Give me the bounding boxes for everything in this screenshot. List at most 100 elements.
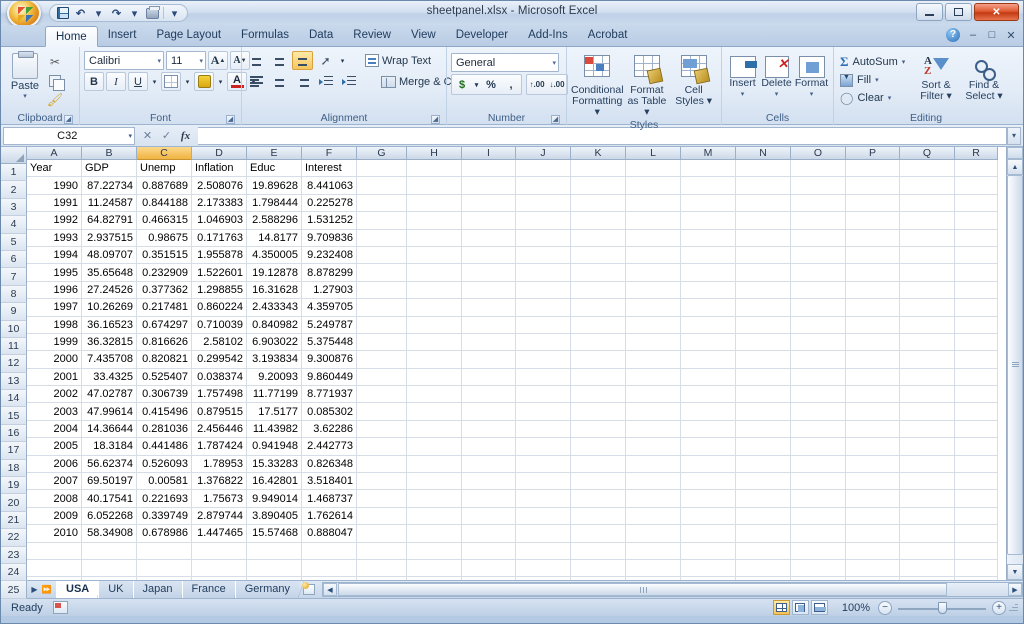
borders-button[interactable]	[161, 72, 181, 91]
cell-A17[interactable]: 2005	[27, 438, 82, 455]
scroll-left-button[interactable]: ◀	[323, 583, 337, 596]
cell-I6[interactable]	[462, 247, 516, 264]
cell-F2[interactable]: 8.441063	[302, 177, 357, 194]
cell-P16[interactable]	[846, 421, 900, 438]
cell-D13[interactable]: 0.038374	[192, 369, 247, 386]
cell-K15[interactable]	[571, 403, 626, 420]
row-header-2[interactable]: 2	[1, 181, 27, 198]
cell-B2[interactable]: 87.22734	[82, 177, 137, 194]
cell-D23[interactable]	[192, 543, 247, 560]
cell-Q8[interactable]	[900, 282, 955, 299]
cell-C8[interactable]: 0.377362	[137, 282, 192, 299]
cell-N7[interactable]	[736, 264, 791, 281]
vertical-scroll-thumb[interactable]	[1007, 175, 1023, 555]
cell-C25[interactable]	[137, 577, 192, 580]
cell-Q15[interactable]	[900, 403, 955, 420]
cell-E11[interactable]: 6.903022	[247, 334, 302, 351]
cell-A21[interactable]: 2009	[27, 508, 82, 525]
cell-I22[interactable]	[462, 525, 516, 542]
cell-F24[interactable]	[302, 560, 357, 577]
conditional-formatting-button[interactable]: Conditional Formatting ▾	[571, 51, 624, 118]
cell-B3[interactable]: 11.24587	[82, 195, 137, 212]
cell-I16[interactable]	[462, 421, 516, 438]
format-cells-button[interactable]: Format ▾	[794, 51, 829, 100]
cell-N18[interactable]	[736, 456, 791, 473]
autosum-button[interactable]: Σ AutoSum ▾	[838, 53, 912, 71]
tab-data[interactable]: Data	[299, 25, 343, 46]
orientation-button[interactable]: ➚	[315, 51, 336, 70]
cell-N16[interactable]	[736, 421, 791, 438]
cell-G13[interactable]	[357, 369, 407, 386]
cell-M25[interactable]	[681, 577, 736, 580]
cell-Q4[interactable]	[900, 212, 955, 229]
cell-P12[interactable]	[846, 351, 900, 368]
cell-D18[interactable]: 1.78953	[192, 456, 247, 473]
column-header-c[interactable]: C	[137, 147, 192, 160]
cell-R13[interactable]	[955, 369, 998, 386]
close-workbook-icon[interactable]: ✕	[1005, 29, 1017, 42]
cell-R5[interactable]	[955, 230, 998, 247]
cell-R17[interactable]	[955, 438, 998, 455]
cell-H5[interactable]	[407, 230, 462, 247]
cell-R12[interactable]	[955, 351, 998, 368]
column-header-j[interactable]: J	[516, 147, 571, 160]
cell-K12[interactable]	[571, 351, 626, 368]
delete-dropdown-icon[interactable]: ▾	[759, 89, 794, 100]
cell-C18[interactable]: 0.526093	[137, 456, 192, 473]
cell-H11[interactable]	[407, 334, 462, 351]
cell-J24[interactable]	[516, 560, 571, 577]
cell-N1[interactable]	[736, 160, 791, 177]
cell-J10[interactable]	[516, 317, 571, 334]
cell-A8[interactable]: 1996	[27, 282, 82, 299]
tab-formulas[interactable]: Formulas	[231, 25, 299, 46]
paste-button[interactable]: Paste ▾	[5, 51, 45, 100]
cell-O23[interactable]	[791, 543, 846, 560]
cell-P19[interactable]	[846, 473, 900, 490]
cell-H20[interactable]	[407, 490, 462, 507]
cell-G19[interactable]	[357, 473, 407, 490]
cell-G20[interactable]	[357, 490, 407, 507]
cell-N5[interactable]	[736, 230, 791, 247]
cell-G25[interactable]	[357, 577, 407, 580]
accounting-dropdown-icon[interactable]: ▾	[472, 75, 481, 94]
cell-K24[interactable]	[571, 560, 626, 577]
cell-J23[interactable]	[516, 543, 571, 560]
cell-O18[interactable]	[791, 456, 846, 473]
cell-O6[interactable]	[791, 247, 846, 264]
cell-I19[interactable]	[462, 473, 516, 490]
row-header-5[interactable]: 5	[1, 234, 27, 251]
cell-E14[interactable]: 11.77199	[247, 386, 302, 403]
cancel-formula-icon[interactable]: ✕	[139, 127, 156, 144]
cell-Q11[interactable]	[900, 334, 955, 351]
cell-O12[interactable]	[791, 351, 846, 368]
cell-L4[interactable]	[626, 212, 681, 229]
next-sheet-button[interactable]: ▶	[29, 585, 40, 594]
cell-E13[interactable]: 9.20093	[247, 369, 302, 386]
cell-C24[interactable]	[137, 560, 192, 577]
cell-I5[interactable]	[462, 230, 516, 247]
cell-M17[interactable]	[681, 438, 736, 455]
row-header-24[interactable]: 24	[1, 564, 27, 581]
cell-F7[interactable]: 8.878299	[302, 264, 357, 281]
cell-N17[interactable]	[736, 438, 791, 455]
cell-C13[interactable]: 0.525407	[137, 369, 192, 386]
cell-I9[interactable]	[462, 299, 516, 316]
cell-F20[interactable]: 1.468737	[302, 490, 357, 507]
zoom-slider-thumb[interactable]	[938, 602, 947, 614]
cell-O20[interactable]	[791, 490, 846, 507]
cell-E23[interactable]	[247, 543, 302, 560]
cell-J22[interactable]	[516, 525, 571, 542]
cell-I23[interactable]	[462, 543, 516, 560]
column-header-o[interactable]: O	[791, 147, 846, 160]
cell-B16[interactable]: 14.36644	[82, 421, 137, 438]
minimize-ribbon-icon[interactable]: –	[967, 29, 979, 41]
column-header-m[interactable]: M	[681, 147, 736, 160]
sheet-tab-usa[interactable]: USA	[56, 581, 98, 598]
cell-M10[interactable]	[681, 317, 736, 334]
cell-K21[interactable]	[571, 508, 626, 525]
cell-F9[interactable]: 4.359705	[302, 299, 357, 316]
cell-H21[interactable]	[407, 508, 462, 525]
column-header-p[interactable]: P	[846, 147, 900, 160]
cell-M11[interactable]	[681, 334, 736, 351]
expand-formula-bar-icon[interactable]: ▾	[1007, 127, 1021, 145]
